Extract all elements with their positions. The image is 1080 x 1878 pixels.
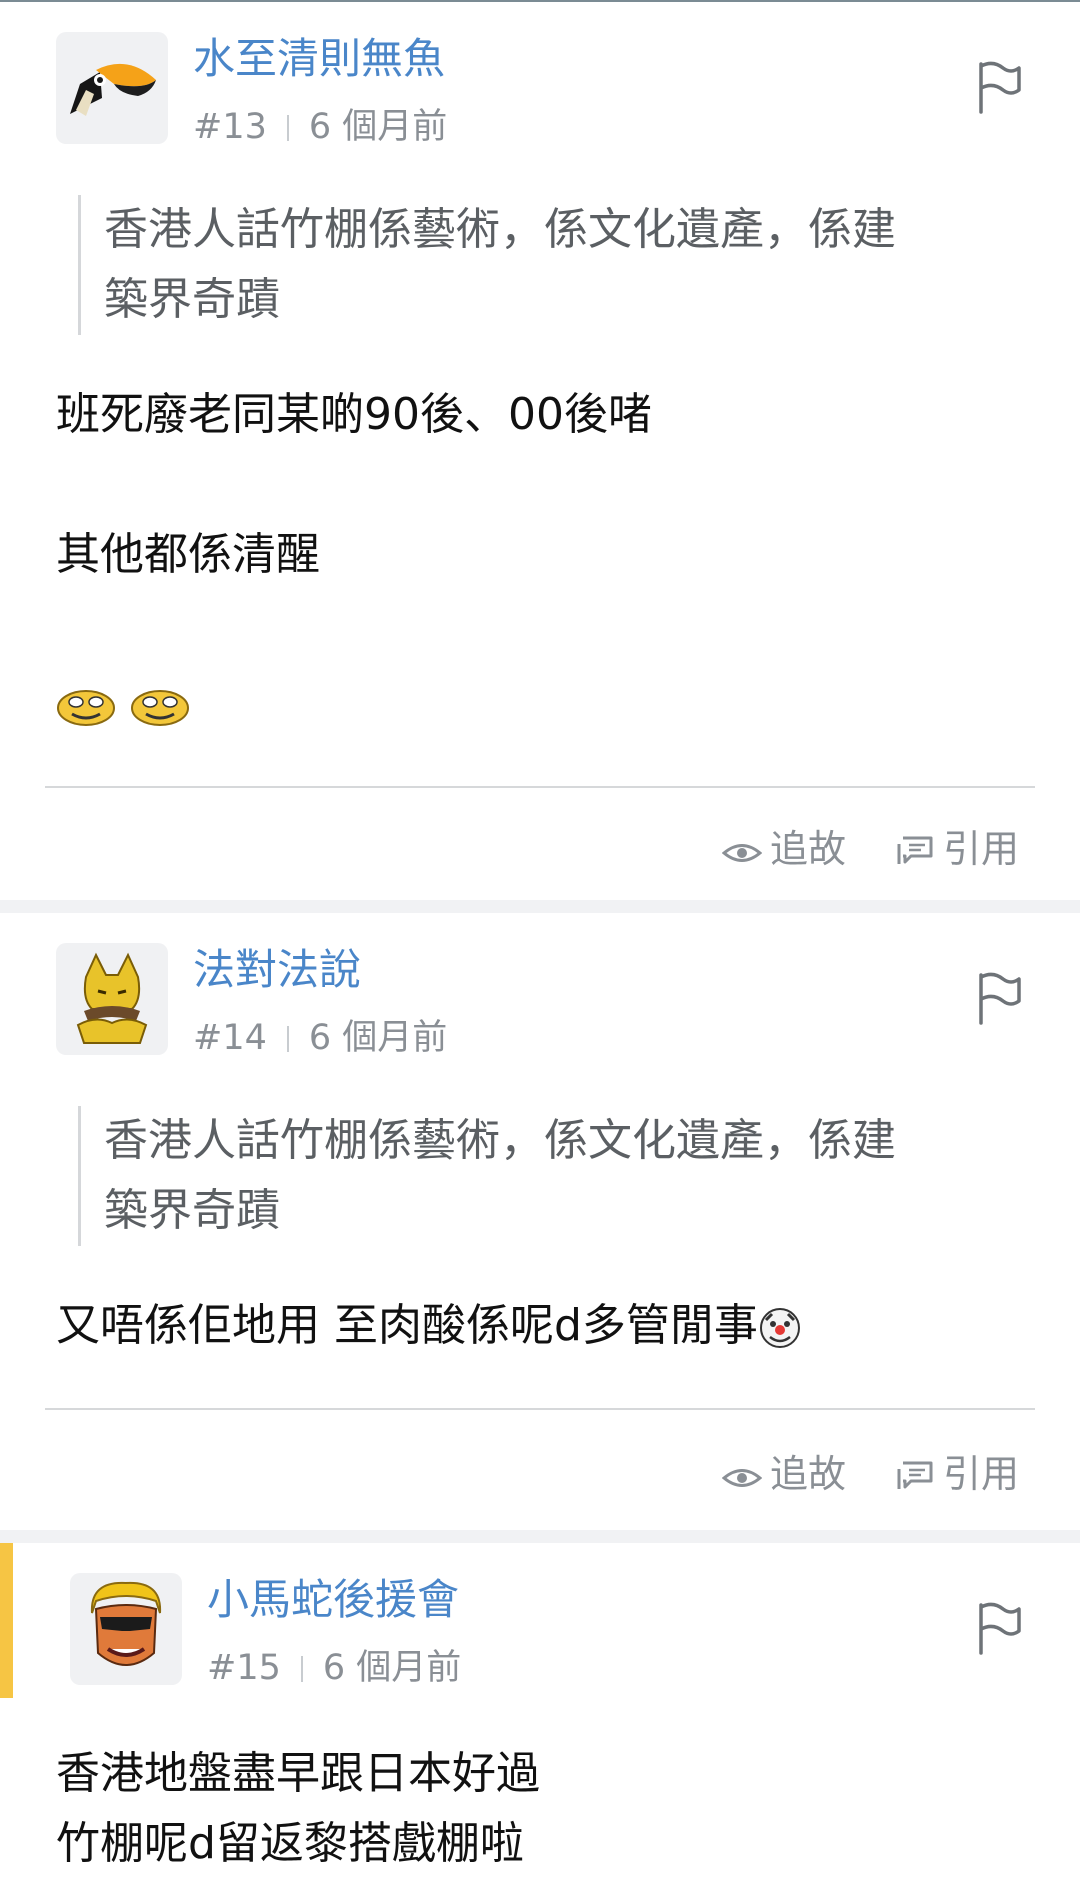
- quote-line: 香港人話竹棚係藝術，係文化遺產，係建: [104, 1115, 896, 1166]
- post-14: 法對法說 #14 6 個月前 香港人話竹棚係藝術，係文化遺產，係建 築界奇蹟 又唔…: [0, 913, 1080, 1530]
- follow-button[interactable]: 追故: [721, 1451, 847, 1497]
- post-meta: #15 6 個月前: [207, 1647, 461, 1689]
- flag-icon[interactable]: [975, 60, 1023, 116]
- meta-separator: [286, 1026, 289, 1052]
- post-body-line: 班死廢老同某啲90後、00後啫: [56, 389, 652, 440]
- quote-label: 引用: [943, 827, 1020, 871]
- avatar[interactable]: [70, 1573, 182, 1685]
- post-divider: [45, 1408, 1035, 1410]
- avatar[interactable]: [56, 943, 168, 1055]
- post-body-line: 竹棚呢d留返黎搭戲棚啦: [56, 1818, 524, 1869]
- post-body-line: 其他都係清醒: [56, 529, 320, 580]
- follow-button[interactable]: 追故: [721, 826, 847, 872]
- quoted-text: 香港人話竹棚係藝術，係文化遺產，係建 築界奇蹟: [78, 1106, 1034, 1246]
- username[interactable]: 水至清則無魚: [193, 34, 445, 84]
- post-number: #13: [193, 107, 267, 147]
- abra-icon: [76, 952, 148, 1044]
- post-13: 水至清則無魚 #13 6 個月前 香港人話竹棚係藝術，係文化遺產，係建 築界奇蹟 …: [0, 2, 1080, 902]
- post-meta: #14 6 個月前: [193, 1017, 447, 1059]
- follow-label: 追故: [770, 1452, 847, 1496]
- post-number: #14: [193, 1018, 267, 1058]
- post-emoji-row: [56, 669, 1016, 739]
- post-time: 6 個月前: [308, 1018, 448, 1058]
- quote-icon: [897, 1461, 933, 1489]
- eye-icon: [721, 1469, 763, 1487]
- follow-label: 追故: [770, 827, 847, 871]
- meta-separator: [286, 115, 289, 141]
- quote-icon: [897, 836, 933, 864]
- meta-separator: [300, 1656, 303, 1682]
- eye-icon: [721, 844, 763, 862]
- avatar[interactable]: [56, 32, 168, 144]
- post-body-text: 又唔係佢地用 至肉酸係呢d多管閒事: [56, 1300, 758, 1351]
- username[interactable]: 法對法說: [193, 945, 361, 995]
- post-time: 6 個月前: [322, 1648, 462, 1688]
- post-divider: [45, 786, 1035, 788]
- flag-icon[interactable]: [975, 971, 1023, 1027]
- quote-line: 築界奇蹟: [104, 1185, 280, 1236]
- sweating-face-emoji: [131, 690, 189, 726]
- username[interactable]: 小馬蛇後援會: [207, 1575, 459, 1625]
- sweating-face-emoji: [57, 690, 115, 726]
- flag-icon[interactable]: [975, 1601, 1023, 1657]
- post-separator: [0, 1530, 1080, 1543]
- quote-button[interactable]: 引用: [895, 826, 1019, 872]
- post-time: 6 個月前: [308, 107, 448, 147]
- post-separator: [0, 900, 1080, 913]
- quote-label: 引用: [943, 1452, 1020, 1496]
- quote-button[interactable]: 引用: [895, 1451, 1019, 1497]
- sunglasses-face-icon: [90, 1581, 162, 1666]
- post-15: 小馬蛇後援會 #15 6 個月前 香港地盤盡早跟日本好過 竹棚呢d留返黎搭戲棚啦: [0, 1543, 1080, 1878]
- thread-view: 水至清則無魚 #13 6 個月前 香港人話竹棚係藝術，係文化遺產，係建 築界奇蹟 …: [0, 0, 1080, 1878]
- clown-face-emoji: [759, 1308, 800, 1348]
- post-number: #15: [207, 1648, 281, 1688]
- post-meta: #13 6 個月前: [193, 106, 447, 148]
- post-body-line: 又唔係佢地用 至肉酸係呢d多管閒事: [56, 1291, 1016, 1361]
- quoted-text: 香港人話竹棚係藝術，係文化遺產，係建 築界奇蹟: [78, 195, 1034, 335]
- highlight-bar: [0, 1543, 13, 1698]
- quote-line: 築界奇蹟: [104, 274, 280, 325]
- quote-line: 香港人話竹棚係藝術，係文化遺產，係建: [104, 204, 896, 255]
- toucan-icon: [70, 63, 156, 116]
- post-body-line: 香港地盤盡早跟日本好過: [56, 1748, 540, 1799]
